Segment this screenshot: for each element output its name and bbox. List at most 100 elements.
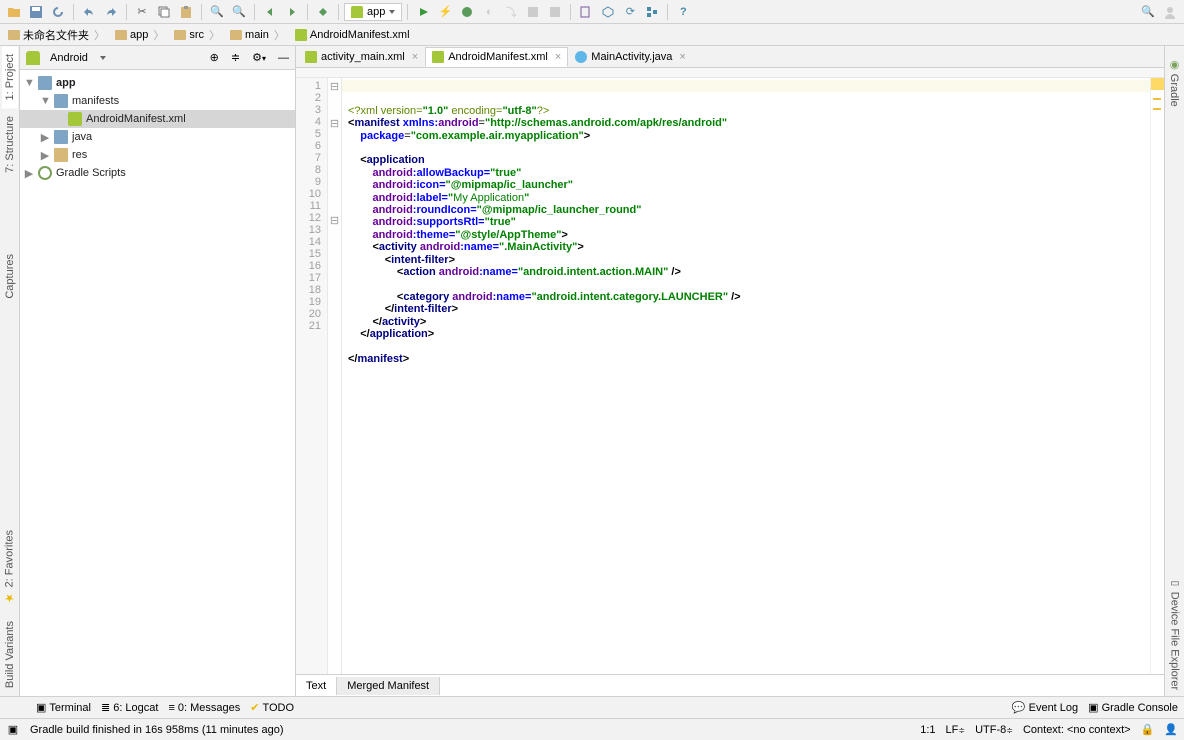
project-panel-header: Android ⊕ ≑ ⚙▾ — [20, 46, 295, 70]
editor-panel: activity_main.xml × AndroidManifest.xml … [296, 46, 1164, 696]
inspector-icon[interactable]: 🔒 [1141, 723, 1155, 736]
manifest-icon [295, 29, 307, 41]
code-editor[interactable]: 1 2 3 4 5 6 7 8 9 10 11 12 13 14 15 16 1… [296, 78, 1164, 674]
messages-button[interactable]: ≡0: Messages [168, 702, 240, 714]
tool-windows-bar: ▣Terminal ≣6: Logcat ≡0: Messages ✔TODO … [0, 696, 1184, 718]
rail-favorites[interactable]: ★2: Favorites [1, 522, 18, 612]
tab-activity-main[interactable]: activity_main.xml × [298, 47, 425, 67]
status-bar: ▣ Gradle build finished in 16s 958ms (11… [0, 718, 1184, 740]
error-stripe[interactable] [1150, 78, 1164, 674]
breadcrumb-item[interactable]: app〉 [111, 27, 170, 43]
expand-icon[interactable]: ▼ [24, 77, 34, 89]
man-icon[interactable]: 👤 [1164, 723, 1178, 736]
open-icon[interactable] [4, 2, 24, 22]
help-icon[interactable]: ? [673, 2, 693, 22]
left-rail: 1: Project 7: Structure Captures ★2: Fav… [0, 46, 20, 696]
run-config-selector[interactable]: app [344, 3, 402, 21]
close-icon[interactable]: × [409, 51, 418, 63]
tab-android-manifest[interactable]: AndroidManifest.xml × [425, 47, 568, 67]
cut-icon[interactable]: ✂ [132, 2, 152, 22]
terminal-icon: ▣ [36, 701, 46, 714]
todo-button[interactable]: ✔TODO [250, 701, 294, 714]
debug-icon[interactable] [457, 2, 477, 22]
sync-icon[interactable]: ⟳ [620, 2, 640, 22]
tree-java[interactable]: ▶ java [20, 128, 295, 146]
rail-captures[interactable]: Captures [2, 246, 18, 307]
btab-merged[interactable]: Merged Manifest [337, 677, 440, 695]
breadcrumb-item[interactable]: AndroidManifest.xml [291, 29, 414, 41]
tree-app[interactable]: ▼ app [20, 74, 295, 92]
main-toolbar: ✂ 🔍 🔍 app ⚡ ◐ ⤵ ⟳ ? 🔍 [0, 0, 1184, 24]
profile-icon[interactable]: ◐ [479, 2, 499, 22]
stop2-icon[interactable] [545, 2, 565, 22]
avd-icon[interactable] [576, 2, 596, 22]
line-gutter: 1 2 3 4 5 6 7 8 9 10 11 12 13 14 15 16 1… [296, 78, 328, 674]
line-separator[interactable]: LF≑ [946, 724, 966, 736]
eventlog-icon: 💬 [1012, 701, 1026, 714]
run-icon[interactable] [413, 2, 433, 22]
rail-build-variants[interactable]: Build Variants [2, 613, 18, 696]
manifest-icon [68, 112, 82, 126]
rail-project[interactable]: 1: Project [2, 46, 18, 108]
tree-res[interactable]: ▶ res [20, 146, 295, 164]
expand-icon[interactable]: ▶ [24, 167, 34, 180]
undo-icon[interactable] [79, 2, 99, 22]
hide-icon[interactable]: — [278, 52, 289, 64]
structure-icon[interactable] [642, 2, 662, 22]
user-icon[interactable] [1160, 2, 1180, 22]
close-icon[interactable]: × [676, 51, 685, 63]
logcat-button[interactable]: ≣6: Logcat [101, 701, 158, 714]
xml-icon [305, 51, 317, 63]
terminal-button[interactable]: ▣Terminal [36, 701, 91, 714]
search-everywhere-icon[interactable]: 🔍 [1138, 2, 1158, 22]
breadcrumb-bar: 未命名文件夹〉 app〉 src〉 main〉 AndroidManifest.… [0, 24, 1184, 46]
eventlog-button[interactable]: 💬Event Log [1012, 701, 1078, 714]
redo-icon[interactable] [101, 2, 121, 22]
rail-device-explorer[interactable]: ▭ Device File Explorer [1167, 572, 1183, 696]
file-encoding[interactable]: UTF-8≑ [975, 724, 1013, 736]
find-icon[interactable]: 🔍 [207, 2, 227, 22]
paste-icon[interactable] [176, 2, 196, 22]
stop-icon[interactable] [523, 2, 543, 22]
tree-manifest-file[interactable]: AndroidManifest.xml [20, 110, 295, 128]
folder-icon [174, 30, 186, 40]
breadcrumb-item[interactable]: 未命名文件夹〉 [4, 27, 111, 43]
expand-icon[interactable]: ▼ [40, 95, 50, 107]
breadcrumb-item[interactable]: src〉 [170, 27, 226, 43]
gradleconsole-button[interactable]: ▣Gradle Console [1088, 701, 1178, 714]
save-icon[interactable] [26, 2, 46, 22]
scroll-to-icon[interactable]: ⊕ [210, 51, 219, 64]
lock-icon[interactable]: ▣ [6, 723, 20, 736]
tree-gradle[interactable]: ▶ Gradle Scripts [20, 164, 295, 182]
attach-icon[interactable]: ⤵ [501, 2, 521, 22]
forward-icon[interactable] [282, 2, 302, 22]
expand-icon[interactable]: ▶ [40, 131, 50, 144]
view-selector[interactable]: Android [46, 52, 122, 64]
messages-icon: ≡ [168, 702, 174, 714]
copy-icon[interactable] [154, 2, 174, 22]
gear-icon[interactable]: ⚙▾ [252, 51, 266, 64]
project-panel: Android ⊕ ≑ ⚙▾ — ▼ app ▼ manifests A [20, 46, 296, 696]
project-tree: ▼ app ▼ manifests AndroidManifest.xml ▶ … [20, 70, 295, 186]
context-selector[interactable]: Context: <no context> [1023, 724, 1131, 736]
expand-icon[interactable]: ▶ [40, 149, 50, 162]
refresh-icon[interactable] [48, 2, 68, 22]
right-rail: ◉ Gradle ▭ Device File Explorer [1164, 46, 1184, 696]
collapse-icon[interactable]: ≑ [231, 51, 240, 64]
rail-gradle[interactable]: ◉ Gradle [1166, 52, 1183, 113]
rail-structure[interactable]: 7: Structure [2, 108, 18, 181]
caret-position[interactable]: 1:1 [920, 724, 935, 736]
chevron-down-icon [389, 10, 395, 14]
tree-manifests[interactable]: ▼ manifests [20, 92, 295, 110]
breadcrumb-item[interactable]: main〉 [226, 27, 291, 43]
sdk-icon[interactable] [598, 2, 618, 22]
replace-icon[interactable]: 🔍 [229, 2, 249, 22]
apply-changes-icon[interactable]: ⚡ [435, 2, 455, 22]
btab-text[interactable]: Text [296, 677, 337, 695]
build-icon[interactable] [313, 2, 333, 22]
close-icon[interactable]: × [552, 51, 561, 63]
tab-main-activity[interactable]: MainActivity.java × [568, 47, 693, 67]
todo-icon: ✔ [250, 701, 259, 714]
status-message: Gradle build finished in 16s 958ms (11 m… [30, 724, 284, 736]
back-icon[interactable] [260, 2, 280, 22]
